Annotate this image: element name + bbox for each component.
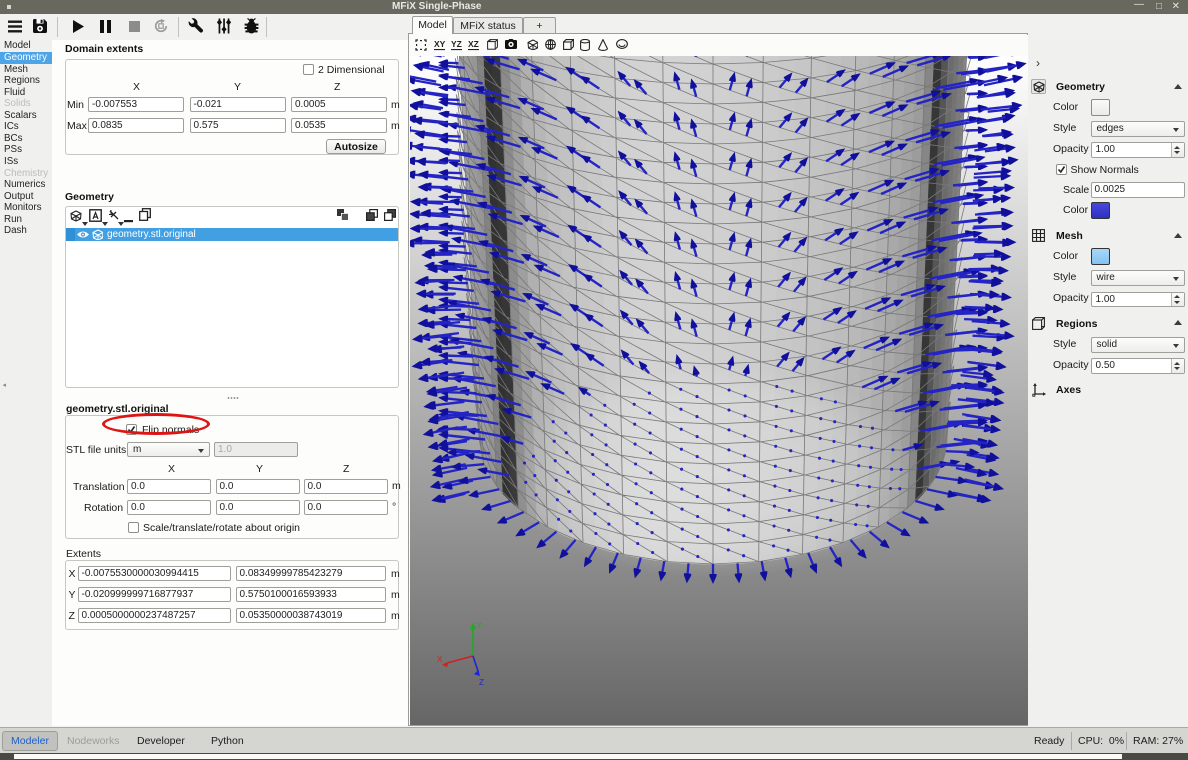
svg-text:Z: Z <box>479 678 484 687</box>
svg-text:X: X <box>437 655 443 664</box>
svg-text:Y: Y <box>477 621 483 630</box>
svg-text:XZ: XZ <box>468 39 479 49</box>
svg-text:XY: XY <box>434 39 446 49</box>
svg-text:YZ: YZ <box>451 39 462 49</box>
